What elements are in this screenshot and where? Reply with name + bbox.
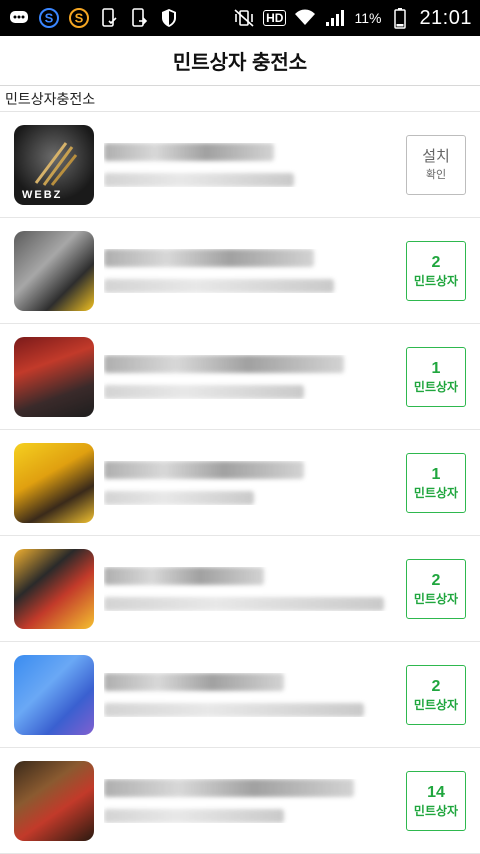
list-item[interactable]: 2 민트상자 — [0, 218, 480, 324]
wifi-icon — [294, 7, 316, 29]
item-title-redacted — [104, 566, 264, 585]
item-title-redacted — [104, 672, 284, 691]
item-desc-redacted — [104, 384, 304, 399]
game-thumb-7[interactable] — [14, 760, 94, 841]
item-title-redacted — [104, 460, 304, 479]
item-desc-redacted — [104, 808, 284, 823]
phone-exit-icon — [128, 7, 150, 29]
item-meta — [104, 142, 398, 187]
item-meta — [104, 566, 398, 611]
item-meta — [104, 460, 398, 505]
game-thumb-5[interactable] — [14, 548, 94, 629]
signal-icon — [324, 7, 346, 29]
phone-check-icon — [98, 7, 120, 29]
offer-list: WEBZ 설치 확인 2 민트상자 1 민트상자 1 민트상자 2 민트상자 2… — [0, 112, 480, 854]
button-bottom-label: 확인 — [425, 168, 447, 181]
item-desc-redacted — [104, 490, 254, 505]
item-desc-redacted — [104, 278, 334, 293]
status-right-icons: HD 11% 21:01 — [233, 7, 472, 30]
item-desc-redacted — [104, 596, 384, 611]
app-bar: 민트상자 충전소 — [0, 36, 480, 86]
section-label: 민트상자충전소 — [5, 90, 96, 107]
game-webzen-icon[interactable]: WEBZ — [14, 124, 94, 205]
item-desc-redacted — [104, 702, 364, 717]
section-header: 민트상자충전소 — [0, 86, 480, 112]
game-thumb-6[interactable] — [14, 654, 94, 735]
reward-count: 2 — [431, 677, 441, 695]
button-top-label: 설치 — [422, 147, 450, 165]
list-item[interactable]: 1 민트상자 — [0, 430, 480, 536]
item-title-redacted — [104, 778, 354, 797]
item-title-redacted — [104, 142, 274, 161]
game-thumb-2[interactable] — [14, 230, 94, 311]
install-button[interactable]: 설치 확인 — [406, 134, 466, 195]
reward-count: 2 — [431, 571, 441, 589]
reward-unit: 민트상자 — [413, 697, 459, 712]
reward-count: 14 — [427, 783, 445, 801]
game-thumb-4[interactable] — [14, 442, 94, 523]
item-meta — [104, 354, 398, 399]
reward-button[interactable]: 2 민트상자 — [406, 664, 466, 725]
vibrate-mute-icon — [233, 7, 255, 29]
chat-icon — [8, 7, 30, 29]
page-title: 민트상자 충전소 — [172, 52, 308, 74]
svg-text:S: S — [75, 11, 84, 26]
reward-unit: 민트상자 — [413, 273, 459, 288]
reward-count: 2 — [431, 253, 441, 271]
status-left-icons: S S — [8, 7, 180, 29]
reward-button[interactable]: 14 민트상자 — [406, 770, 466, 831]
item-desc-redacted — [104, 172, 294, 187]
item-meta — [104, 672, 398, 717]
list-item[interactable]: 2 민트상자 — [0, 642, 480, 748]
list-item[interactable]: 2 민트상자 — [0, 536, 480, 642]
reward-button[interactable]: 2 민트상자 — [406, 558, 466, 619]
svg-text:S: S — [45, 11, 54, 26]
item-meta — [104, 778, 398, 823]
reward-unit: 민트상자 — [413, 803, 459, 818]
hd-badge: HD — [263, 10, 287, 26]
list-item[interactable]: 1 민트상자 — [0, 324, 480, 430]
status-bar: S S HD 11% 21:01 — [0, 0, 480, 36]
item-meta — [104, 248, 398, 293]
reward-button[interactable]: 1 민트상자 — [406, 346, 466, 407]
reward-unit: 민트상자 — [413, 591, 459, 606]
reward-button[interactable]: 1 민트상자 — [406, 452, 466, 513]
battery-percent: 11% — [354, 10, 382, 26]
list-item[interactable]: 14 민트상자 — [0, 748, 480, 854]
reward-count: 1 — [431, 465, 441, 483]
s-icon: S — [68, 7, 90, 29]
samsung-s-icon: S — [38, 7, 60, 29]
clock: 21:01 — [419, 6, 472, 29]
item-title-redacted — [104, 248, 314, 267]
item-title-redacted — [104, 354, 344, 373]
reward-unit: 민트상자 — [413, 485, 459, 500]
game-thumb-3[interactable] — [14, 336, 94, 417]
icon-label: WEBZ — [22, 188, 63, 201]
list-item[interactable]: WEBZ 설치 확인 — [0, 112, 480, 218]
reward-count: 1 — [431, 359, 441, 377]
battery-icon — [389, 7, 411, 29]
reward-unit: 민트상자 — [413, 379, 459, 394]
reward-button[interactable]: 2 민트상자 — [406, 240, 466, 301]
shield-icon — [158, 7, 180, 29]
